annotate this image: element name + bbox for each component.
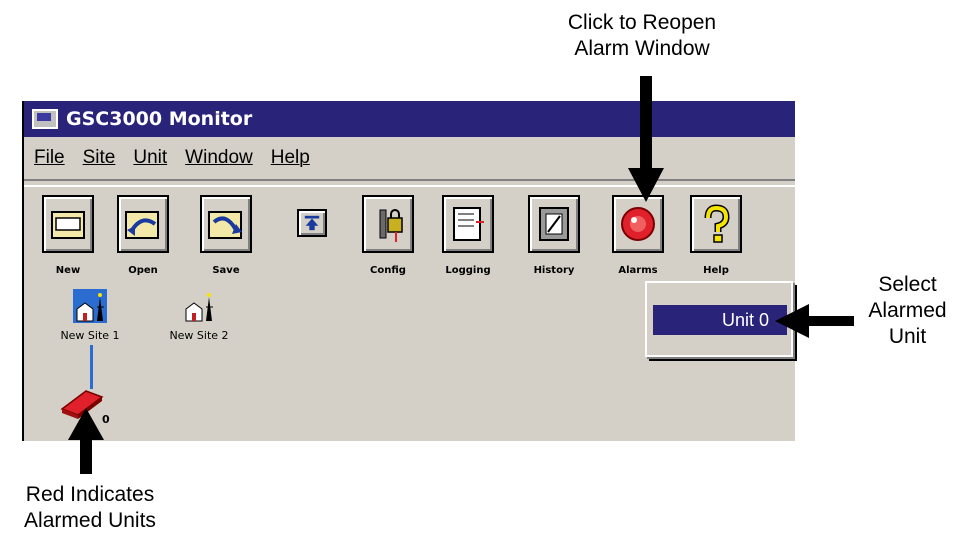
save-folder-icon <box>208 211 242 239</box>
gsc3000-monitor-window: GSC3000 Monitor File Site Unit Window He… <box>22 101 795 441</box>
site-node-1[interactable]: New Site 1 <box>40 289 140 342</box>
help-label: Help <box>703 265 729 276</box>
alarm-list-item-unit-0[interactable]: Unit 0 <box>653 305 787 335</box>
callout-red-alarmed-units: Red Indicates Alarmed Units <box>24 483 156 532</box>
new-folder-icon <box>51 211 85 239</box>
site-tower-icon <box>182 289 216 323</box>
callout-select-alarmed-unit: Select Alarmed Unit <box>868 273 947 348</box>
menu-help[interactable]: Help <box>271 147 310 169</box>
logging-book-icon <box>453 207 484 241</box>
new-label: New <box>55 265 81 276</box>
save-label: Save <box>212 265 240 276</box>
window-left-border <box>22 101 24 441</box>
arrow-to-alarmed-unit-shaft <box>80 438 92 474</box>
window-title: GSC3000 Monitor <box>66 108 253 130</box>
upload-arrow-icon <box>304 215 320 231</box>
history-label: History <box>533 265 575 276</box>
config-lock-icon <box>379 209 403 242</box>
menu-bar: File Site Unit Window Help <box>22 137 795 179</box>
open-label: Open <box>128 265 158 276</box>
arrow-to-unit-list-head <box>775 304 809 338</box>
open-button[interactable]: Open <box>117 195 169 276</box>
history-book-icon <box>539 207 569 241</box>
logging-label: Logging <box>445 265 491 276</box>
menu-unit[interactable]: Unit <box>133 147 167 169</box>
callout-reopen-alarm-window: Click to Reopen Alarm Window <box>567 11 717 60</box>
menu-site[interactable]: Site <box>83 147 116 169</box>
logging-button[interactable]: Logging <box>442 195 494 276</box>
site-tower-icon <box>73 289 107 323</box>
menu-window[interactable]: Window <box>185 147 253 169</box>
site-1-label: New Site 1 <box>60 329 120 342</box>
config-button[interactable]: Config <box>362 195 414 276</box>
upload-button[interactable] <box>297 209 327 237</box>
arrow-to-alarmed-unit-head <box>68 408 104 440</box>
site-node-2[interactable]: New Site 2 <box>149 289 249 342</box>
help-button[interactable]: Help <box>690 195 742 276</box>
title-bar[interactable]: GSC3000 Monitor <box>22 101 795 137</box>
alarms-button[interactable]: Alarms <box>612 195 664 276</box>
menu-file[interactable]: File <box>34 147 65 169</box>
history-button[interactable]: History <box>528 195 580 276</box>
alarm-unit-list: Unit 0 <box>645 281 793 357</box>
open-folder-icon <box>125 211 159 239</box>
question-mark-icon <box>704 204 730 243</box>
config-label: Config <box>370 265 406 276</box>
app-monitor-icon[interactable] <box>32 109 58 129</box>
new-button[interactable]: New <box>42 195 94 276</box>
arrow-to-alarms-shaft <box>640 76 652 170</box>
alarms-label: Alarms <box>618 265 658 276</box>
site-2-label: New Site 2 <box>169 329 229 342</box>
save-button[interactable]: Save <box>200 195 252 276</box>
alarm-light-icon <box>621 207 655 241</box>
arrow-to-alarms-head <box>628 168 664 202</box>
arrow-to-unit-list-shaft <box>808 316 854 326</box>
toolbar: New Open Save Config Logging History Ala… <box>22 179 795 291</box>
